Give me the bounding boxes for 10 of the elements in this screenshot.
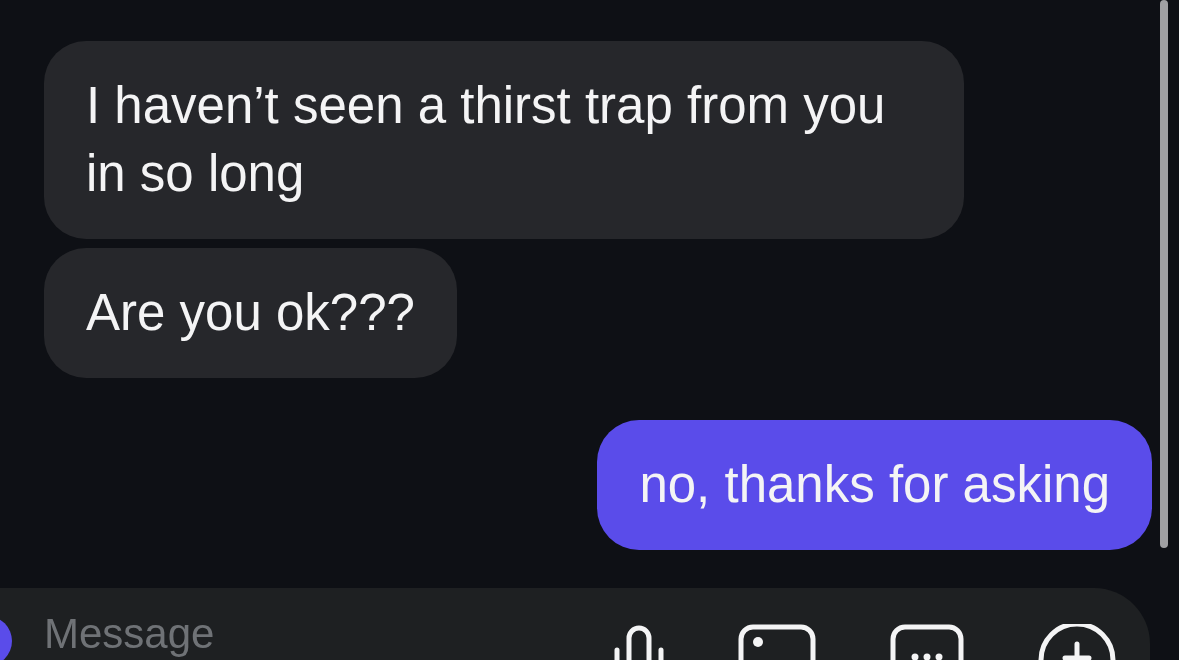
chat-bubble-icon[interactable] [890,624,964,660]
received-message-bubble: Are you ok??? [44,248,457,378]
scrollbar[interactable] [1160,0,1168,548]
sent-message-bubble: no, thanks for asking [597,420,1152,550]
received-message-bubble: I haven’t seen a thirst trap from you in so long [44,41,964,239]
plus-icon[interactable] [1038,624,1116,660]
message-bar[interactable]: Message [0,588,1150,660]
image-icon[interactable] [738,624,816,660]
microphone-icon[interactable] [614,624,664,660]
message-field[interactable]: Message [44,608,564,660]
